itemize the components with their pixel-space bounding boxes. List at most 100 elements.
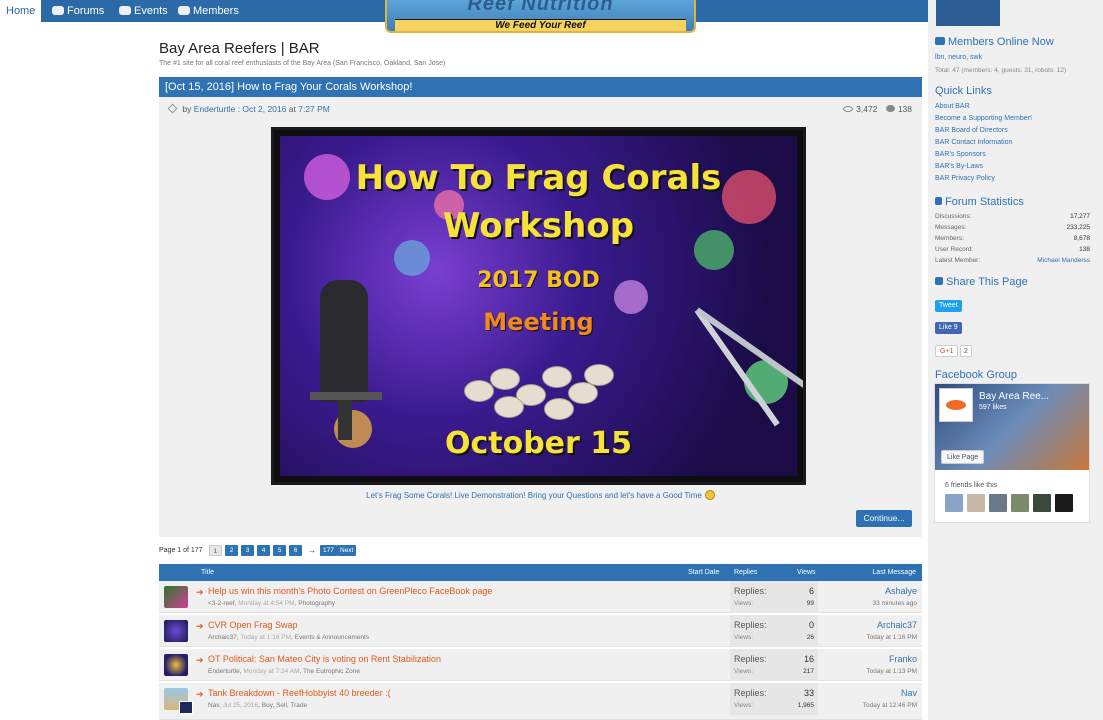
thread-list-header: Title Start Date Replies Views Last Mess… bbox=[159, 564, 922, 581]
thread-author[interactable]: Enderturtle bbox=[208, 668, 240, 675]
calendar-icon bbox=[119, 6, 131, 15]
share-icon bbox=[935, 277, 943, 285]
facebook-like-button[interactable]: Like 9 bbox=[935, 322, 962, 334]
quick-link-sponsors[interactable]: BAR's Sponsors bbox=[935, 151, 986, 158]
thread-title-link[interactable]: Help us win this month's Photo Contest o… bbox=[208, 586, 492, 596]
thread-forum[interactable]: The Eutrophic Zone bbox=[303, 668, 360, 675]
quick-link-supporting-member[interactable]: Become a Supporting Member! bbox=[935, 115, 1032, 122]
col-replies[interactable]: Replies bbox=[734, 564, 757, 581]
thread-time-link[interactable]: 7:27 PM bbox=[298, 104, 330, 114]
thread-author[interactable]: <3-2-reef bbox=[208, 600, 235, 607]
last-message-time[interactable]: Today at 1:13 PM bbox=[866, 668, 917, 675]
thread-row[interactable]: ➔ OT Political: San Mateo City is voting… bbox=[159, 649, 922, 681]
poster-caption: Let's Frag Some Corals! Live Demonstrati… bbox=[159, 490, 922, 500]
next-page-link[interactable]: Next > bbox=[337, 545, 357, 565]
col-views[interactable]: Views bbox=[797, 564, 816, 581]
page-4-link[interactable]: 4 bbox=[257, 545, 270, 556]
sponsor-banner[interactable]: Reef Nutrition We Feed Your Reef bbox=[385, 0, 696, 33]
thread-title-link[interactable]: OT Political: San Mateo City is voting o… bbox=[208, 654, 441, 664]
featured-thread-card: by Enderturtle : Oct 2, 2016 at 7:27 PM … bbox=[159, 97, 922, 537]
nav-forums-label: Forums bbox=[67, 5, 105, 17]
col-title[interactable]: Title bbox=[201, 564, 214, 581]
page-jump-arrow[interactable]: → bbox=[308, 546, 316, 555]
members-online-heading: Members Online Now bbox=[935, 36, 1054, 48]
forum-stats-heading-text: Forum Statistics bbox=[945, 196, 1024, 208]
col-last-message[interactable]: Last Message bbox=[872, 564, 916, 581]
facebook-page-widget[interactable]: Bay Area Ree... 597 likes Like Page 6 fr… bbox=[934, 383, 1090, 523]
thread-title-link[interactable]: Tank Breakdown - ReefHobbyist 40 breeder… bbox=[208, 688, 391, 698]
smile-emoji-icon bbox=[704, 490, 715, 500]
continue-button[interactable]: Continue... bbox=[856, 510, 912, 527]
page-6-link[interactable]: 6 bbox=[289, 545, 302, 556]
nav-members-tab[interactable]: Members bbox=[172, 0, 245, 22]
page-3-link[interactable]: 3 bbox=[241, 545, 254, 556]
avatar[interactable] bbox=[164, 654, 188, 676]
quick-link-contact[interactable]: BAR Contact Information bbox=[935, 139, 1012, 146]
quick-link-board[interactable]: BAR Board of Directors bbox=[935, 127, 1008, 134]
nav-home-tab[interactable]: Home bbox=[0, 0, 41, 22]
friend-avatar[interactable] bbox=[1033, 494, 1051, 512]
page-last-link[interactable]: 177 bbox=[320, 545, 337, 556]
page-1-link[interactable]: 1 bbox=[209, 545, 222, 556]
avatar[interactable] bbox=[164, 620, 188, 642]
sidebar-ad-block[interactable] bbox=[936, 0, 1000, 26]
last-message-time[interactable]: Today at 12:46 PM bbox=[863, 702, 917, 709]
chat-bubbles-icon bbox=[52, 6, 64, 15]
facebook-group-heading: Facebook Group bbox=[935, 369, 1017, 381]
tweet-button[interactable]: Tweet bbox=[935, 300, 962, 312]
byline-at: at bbox=[288, 104, 296, 114]
thread-date-link[interactable]: Oct 2, 2016 bbox=[242, 104, 286, 114]
thread-author[interactable]: Nav bbox=[208, 702, 219, 709]
thread-forum[interactable]: Buy, Sell, Trade bbox=[262, 702, 307, 709]
friend-avatar[interactable] bbox=[1011, 494, 1029, 512]
banner-tagline: We Feed Your Reef bbox=[395, 19, 686, 31]
nav-events-tab[interactable]: Events bbox=[113, 0, 174, 22]
online-member-names[interactable]: lbn, neuro, swk bbox=[935, 54, 982, 61]
last-message-user[interactable]: Archaic37 bbox=[877, 620, 917, 630]
quick-link-bylaws[interactable]: BAR's By-Laws bbox=[935, 163, 983, 170]
replies-label: Replies: bbox=[734, 586, 767, 596]
nav-forums-tab[interactable]: Forums bbox=[46, 0, 110, 22]
col-start-date[interactable]: Start Date bbox=[688, 564, 720, 581]
last-message-time[interactable]: 33 minutes ago bbox=[873, 600, 917, 607]
views-value: 26 bbox=[806, 634, 814, 641]
last-message-user[interactable]: Nav bbox=[901, 688, 917, 698]
facebook-page-name[interactable]: Bay Area Ree... bbox=[979, 391, 1049, 402]
page-2-link[interactable]: 2 bbox=[225, 545, 238, 556]
arrow-right-icon: ➔ bbox=[196, 621, 204, 631]
thread-author-link[interactable]: Enderturtle bbox=[194, 104, 236, 114]
byline-by: by bbox=[182, 104, 192, 114]
page-5-link[interactable]: 5 bbox=[273, 545, 286, 556]
thread-forum[interactable]: Photography bbox=[298, 600, 335, 607]
avatar-secondary[interactable] bbox=[179, 701, 193, 714]
users-icon bbox=[935, 37, 945, 45]
views-label: Views: bbox=[734, 600, 754, 607]
friend-avatar[interactable] bbox=[989, 494, 1007, 512]
quick-link-about[interactable]: About BAR bbox=[935, 103, 970, 110]
facebook-like-page-button[interactable]: Like Page bbox=[941, 450, 985, 464]
thread-stats-cell: Replies: 6 Views: 99 bbox=[730, 581, 818, 613]
clownfish-logo[interactable] bbox=[939, 388, 973, 422]
sidebar: Members Online Now lbn, neuro, swk Total… bbox=[928, 0, 1103, 720]
thread-title-link[interactable]: CVR Open Frag Swap bbox=[208, 620, 298, 630]
latest-member-link[interactable]: Michael Manderss bbox=[1037, 257, 1090, 264]
last-message-user[interactable]: Franko bbox=[889, 654, 917, 664]
friend-avatar[interactable] bbox=[945, 494, 963, 512]
thread-row[interactable]: ➔ Tank Breakdown - ReefHobbyist 40 breed… bbox=[159, 683, 922, 720]
thread-forum[interactable]: Events & Announcements bbox=[295, 634, 369, 641]
replies-value: 33 bbox=[803, 688, 814, 698]
google-plus-button[interactable]: G+1 bbox=[935, 345, 959, 357]
thread-row[interactable]: ➔ CVR Open Frag Swap Archaic37, Today at… bbox=[159, 615, 922, 647]
last-message-time[interactable]: Today at 1:16 PM bbox=[866, 634, 917, 641]
thread-row[interactable]: ➔ Help us win this month's Photo Contest… bbox=[159, 581, 922, 613]
friend-avatar[interactable] bbox=[967, 494, 985, 512]
workshop-poster-image[interactable]: How To Frag Corals Workshop 2017 BOD Mee… bbox=[271, 127, 806, 485]
last-message-user[interactable]: Ashalye bbox=[885, 586, 917, 596]
online-total: Total: 47 (members: 4, guests: 31, robot… bbox=[935, 67, 1067, 74]
avatar[interactable] bbox=[164, 586, 188, 608]
thread-author[interactable]: Archaic37 bbox=[208, 634, 237, 641]
friend-avatar[interactable] bbox=[1055, 494, 1073, 512]
quick-link-privacy[interactable]: BAR Privacy Policy bbox=[935, 175, 995, 182]
featured-thread-title[interactable]: [Oct 15, 2016] How to Frag Your Corals W… bbox=[159, 77, 922, 97]
bar-chart-icon bbox=[935, 197, 942, 205]
